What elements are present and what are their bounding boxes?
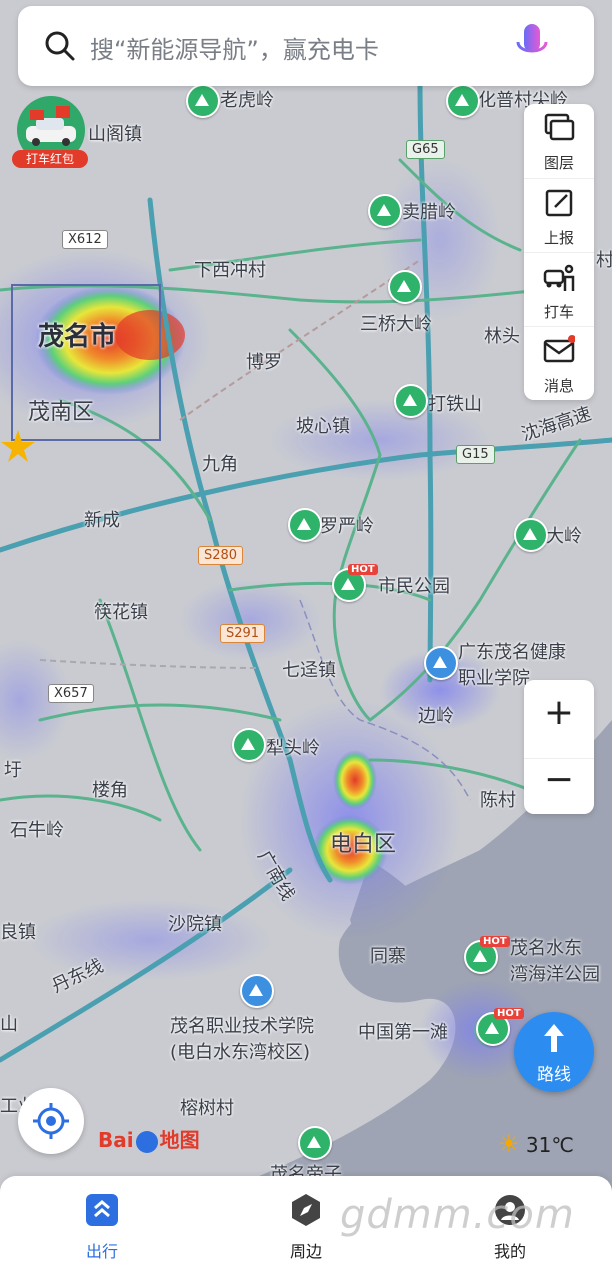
zoom-out-button[interactable]: −: [524, 758, 594, 800]
place-label[interactable]: 林头: [484, 322, 520, 348]
mountain-icon[interactable]: [394, 384, 428, 418]
nav-nearby-label: 周边: [289, 1242, 322, 1261]
place-label[interactable]: 罗严岭: [320, 512, 374, 538]
message-icon: [543, 335, 575, 363]
place-label[interactable]: 村: [596, 246, 612, 272]
mountain-icon[interactable]: [514, 518, 548, 552]
district-label-maonan[interactable]: 茂南区: [28, 394, 94, 426]
mountain-icon[interactable]: [288, 508, 322, 542]
watermark: gdmm.com: [340, 1192, 575, 1238]
taxi-red-packet-button[interactable]: 打车红包: [12, 96, 90, 170]
paw-icon: [135, 1130, 158, 1153]
locate-icon: [33, 1103, 69, 1139]
place-label[interactable]: 沙院镇: [168, 910, 222, 936]
road-shield-x657: X657: [48, 684, 94, 703]
red-packet-label: 打车红包: [12, 150, 88, 168]
taxi-button[interactable]: 打车: [524, 252, 594, 327]
place-label[interactable]: 榕树村: [180, 1094, 234, 1120]
place-label[interactable]: 广东茂名健康: [458, 638, 566, 664]
city-label-maoming[interactable]: 茂名市: [38, 316, 116, 353]
logo-text: Bai: [98, 1128, 134, 1152]
place-label[interactable]: 圩: [4, 756, 22, 782]
place-label[interactable]: 新成: [84, 506, 120, 532]
place-label[interactable]: 七迳镇: [282, 656, 336, 682]
place-label[interactable]: 大岭: [546, 522, 582, 548]
taxi-label: 打车: [543, 303, 574, 321]
route-button[interactable]: 路线: [514, 1012, 594, 1092]
place-label[interactable]: 山: [0, 1010, 18, 1036]
place-label[interactable]: 老虎岭: [220, 86, 274, 112]
hot-badge: HOT: [480, 936, 510, 947]
nav-travel-label: 出行: [85, 1242, 118, 1261]
route-arrow-icon: [544, 1024, 564, 1052]
place-label[interactable]: 茂名水东: [510, 934, 582, 960]
taxi-icon: [543, 264, 575, 291]
route-label: 路线: [537, 1065, 571, 1085]
place-label[interactable]: (电白水东湾校区): [170, 1038, 310, 1064]
park-icon[interactable]: [298, 1126, 332, 1160]
district-label-dianbai[interactable]: 电白区: [330, 826, 396, 858]
place-label[interactable]: 下西冲村: [194, 256, 266, 282]
place-label[interactable]: 九角: [202, 450, 238, 476]
mountain-icon[interactable]: [446, 84, 480, 118]
place-label[interactable]: 卖腊岭: [402, 198, 456, 224]
mountain-icon[interactable]: [368, 194, 402, 228]
travel-icon: [86, 1194, 118, 1226]
report-button[interactable]: 上报: [524, 178, 594, 253]
place-label[interactable]: 边岭: [418, 702, 454, 728]
place-label[interactable]: 三桥大岭: [360, 310, 432, 336]
place-label[interactable]: 同寨: [370, 942, 406, 968]
temperature: 31℃: [525, 1133, 574, 1157]
place-label[interactable]: 中国第一滩: [358, 1018, 448, 1044]
place-label[interactable]: 石牛岭: [10, 816, 64, 842]
weather-widget[interactable]: ☀ 31℃: [498, 1130, 574, 1158]
place-label[interactable]: 良镇: [0, 918, 36, 944]
road-shield-g65: G65: [406, 140, 445, 159]
school-icon[interactable]: [240, 974, 274, 1008]
mountain-icon[interactable]: [232, 728, 266, 762]
road-shield-g15: G15: [456, 445, 495, 464]
place-label[interactable]: 犁头岭: [266, 734, 320, 760]
layers-label: 图层: [543, 154, 574, 172]
place-label[interactable]: 职业学院: [458, 664, 530, 690]
zoom-in-button[interactable]: +: [524, 692, 594, 733]
road-shield-s280: S280: [198, 546, 244, 565]
report-label: 上报: [543, 229, 574, 247]
place-label[interactable]: 博罗: [246, 348, 282, 374]
nav-profile-label: 我的: [493, 1242, 526, 1261]
place-label[interactable]: 坡心镇: [296, 412, 350, 438]
message-button[interactable]: 消息: [524, 326, 594, 401]
locate-button[interactable]: [18, 1088, 84, 1154]
layers-icon: [544, 113, 575, 141]
place-label[interactable]: 茂名职业技术学院: [170, 1012, 314, 1038]
logo-text-2: 地图: [159, 1128, 200, 1152]
zoom-control: + −: [524, 680, 594, 814]
search-placeholder[interactable]: 搜“新能源导航”，赢充电卡: [90, 30, 379, 65]
road-shield-s291: S291: [220, 624, 266, 643]
compass-icon: [292, 1194, 320, 1226]
place-label[interactable]: 湾海洋公园: [510, 960, 600, 986]
mountain-icon[interactable]: [186, 84, 220, 118]
hot-badge: HOT: [348, 564, 378, 575]
message-label: 消息: [543, 377, 574, 395]
road-shield-x612: X612: [62, 230, 108, 249]
place-label[interactable]: 陈村: [480, 786, 516, 812]
place-label[interactable]: 山阁镇: [88, 120, 142, 146]
place-label[interactable]: 筷花镇: [94, 598, 148, 624]
place-label[interactable]: 楼角: [92, 776, 128, 802]
report-icon: [545, 189, 573, 217]
search-icon: [45, 31, 75, 61]
mountain-icon[interactable]: [388, 270, 422, 304]
school-icon[interactable]: [424, 646, 458, 680]
layers-button[interactable]: 图层: [524, 104, 594, 178]
search-bar[interactable]: 搜“新能源导航”，赢充电卡: [18, 6, 594, 86]
place-label[interactable]: 打铁山: [428, 390, 482, 416]
map-tool-panel: 图层 上报 打车 消息: [524, 104, 594, 400]
microphone-icon[interactable]: [512, 22, 552, 70]
baidu-map-logo: Bai 地图: [98, 1124, 200, 1153]
sun-icon: ☀: [498, 1130, 520, 1158]
hot-badge: HOT: [494, 1008, 524, 1019]
place-label[interactable]: 市民公园: [378, 572, 450, 598]
